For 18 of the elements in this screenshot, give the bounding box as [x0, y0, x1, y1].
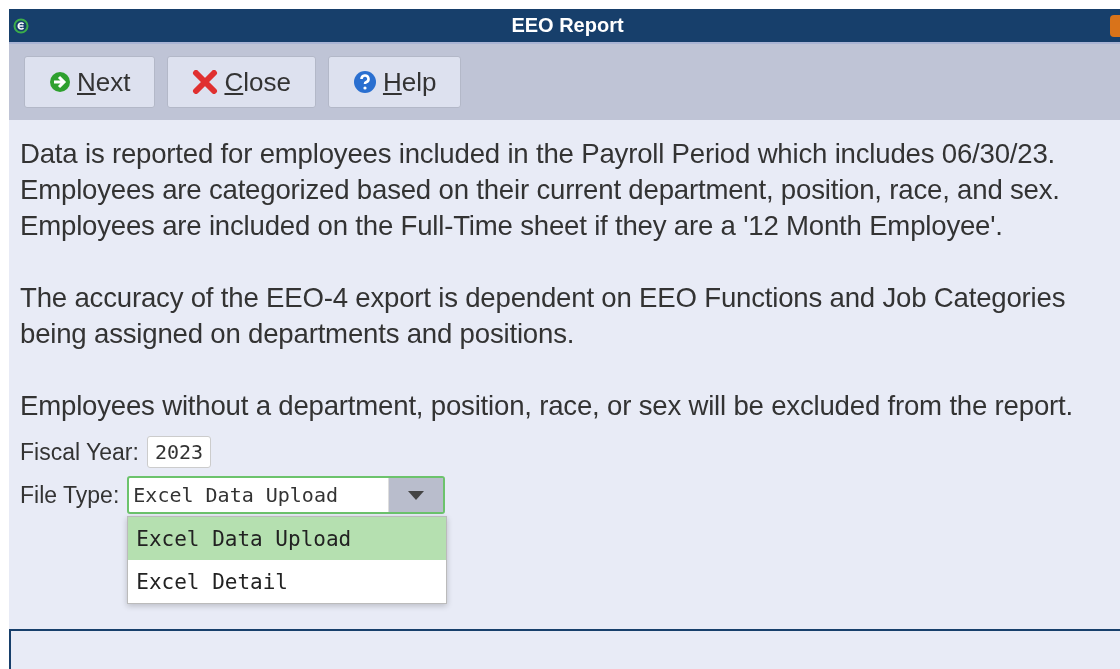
help-icon	[352, 70, 377, 94]
file-type-label: File Type:	[20, 481, 120, 509]
logo-icon	[13, 17, 29, 34]
next-button[interactable]: Next	[24, 56, 156, 108]
window-title: EEO Report	[510, 14, 625, 37]
minimize-button[interactable]	[1110, 15, 1120, 37]
close-button[interactable]: Close	[167, 56, 316, 108]
description-text: The accuracy of the EEO-4 export is dependent on EEO Functions and Job Categories being assigned on departments and positions.	[20, 281, 1067, 351]
close-icon	[192, 70, 219, 94]
help-button[interactable]: Help	[327, 56, 462, 108]
fiscal-year-label: Fiscal Year:	[20, 438, 139, 466]
arrow-right-icon	[49, 71, 71, 93]
caret-icon	[408, 490, 425, 500]
description-text: Employees without a department, position, race, or sex will be excluded from the report.	[20, 389, 1074, 423]
fiscal-year-field[interactable]: 2023	[146, 436, 212, 468]
description-text: Data is reported for employees included in the Payroll Period which includes 06/30/23. Employees are categorized based on their current department, position, race, and sex. Employees are included on the Full-Time sheet if they are a '12 Month Employee'.	[20, 137, 1061, 243]
dropdown-option[interactable]: Excel Detail	[128, 560, 447, 603]
dropdown-option[interactable]: Excel Data Upload	[128, 517, 447, 560]
